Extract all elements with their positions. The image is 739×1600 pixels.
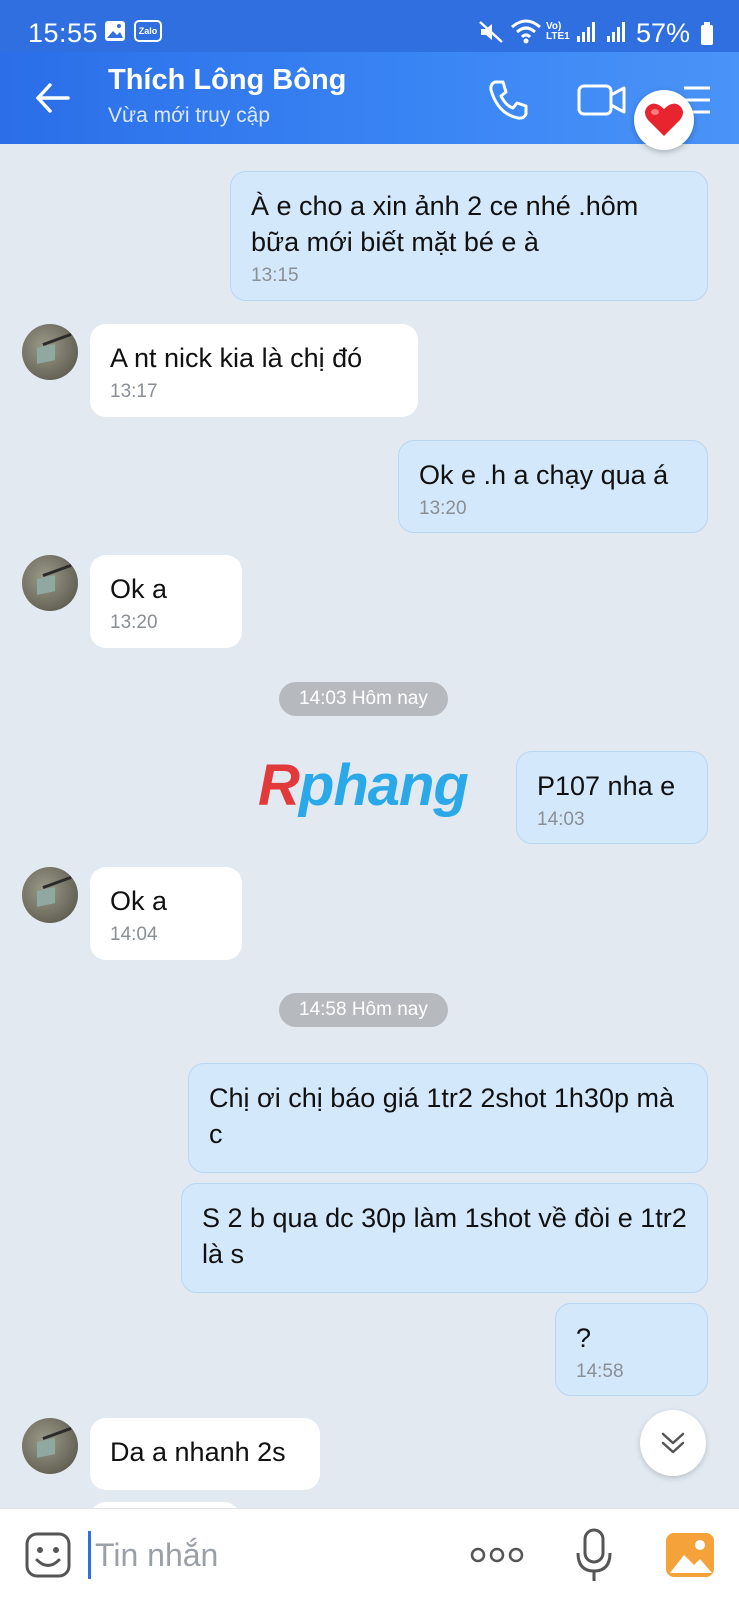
message-outgoing[interactable]: P107 nha e 14:03 bbox=[516, 751, 708, 844]
microphone-icon[interactable] bbox=[574, 1527, 614, 1583]
avatar[interactable] bbox=[22, 324, 78, 380]
battery-icon bbox=[701, 22, 713, 45]
contact-name[interactable]: Thích Lông Bông bbox=[108, 64, 346, 97]
status-time: 15:55 bbox=[28, 18, 99, 48]
message-outgoing[interactable]: À e cho a xin ảnh 2 ce nhé .hôm bữa mới … bbox=[230, 171, 708, 301]
volte-icon: Vo) LTE1 bbox=[546, 21, 570, 42]
contact-status: Vừa mới truy cập bbox=[108, 104, 271, 127]
chat-header: Thích Lông Bông Vừa mới truy cập bbox=[0, 52, 739, 144]
image-icon[interactable] bbox=[664, 1529, 716, 1581]
message-text: À e cho a xin ảnh 2 ce nhé .hôm bữa mới … bbox=[251, 191, 639, 257]
message-time: 13:17 bbox=[110, 381, 158, 402]
message-text: Chị ơi chị báo giá 1tr2 2shot 1h30p mà c bbox=[209, 1083, 674, 1149]
message-text: S 2 b qua dc 30p làm 1shot về đòi e 1tr2… bbox=[202, 1203, 687, 1269]
message-outgoing[interactable]: ? 14:58 bbox=[555, 1303, 708, 1396]
battery-level: 57% bbox=[636, 18, 691, 48]
back-icon[interactable] bbox=[30, 76, 74, 120]
message-text: Ok a bbox=[110, 886, 168, 916]
message-input[interactable] bbox=[88, 1531, 448, 1579]
heart-icon bbox=[645, 103, 683, 136]
message-time: 13:15 bbox=[251, 265, 299, 286]
mute-icon bbox=[479, 21, 503, 43]
message-text: Ok e .h a chạy qua á bbox=[419, 460, 669, 490]
scroll-to-bottom-button[interactable] bbox=[640, 1410, 706, 1476]
message-text: Da a nhanh 2s bbox=[110, 1437, 286, 1467]
message-time: 13:20 bbox=[110, 612, 158, 633]
signal-icon bbox=[607, 22, 625, 42]
message-text: P107 nha e bbox=[537, 771, 676, 801]
video-icon[interactable] bbox=[576, 78, 628, 122]
message-time: 14:04 bbox=[110, 924, 158, 945]
message-time: 14:58 bbox=[576, 1361, 624, 1382]
watermark-logo: Rphang bbox=[258, 753, 469, 818]
avatar[interactable] bbox=[22, 867, 78, 923]
chevron-down-double-icon bbox=[661, 1432, 685, 1454]
message-text: ? bbox=[576, 1323, 592, 1353]
zalo-icon: Zalo bbox=[134, 20, 162, 42]
date-divider: 14:58 Hôm nay bbox=[279, 993, 448, 1027]
message-outgoing[interactable]: S 2 b qua dc 30p làm 1shot về đòi e 1tr2… bbox=[181, 1183, 708, 1293]
message-time: 14:03 bbox=[537, 809, 585, 830]
wifi-icon bbox=[511, 19, 541, 44]
avatar[interactable] bbox=[22, 555, 78, 611]
status-bar: 15:55 Zalo Vo) LTE1 57% bbox=[0, 0, 739, 52]
message-text: Ok a bbox=[110, 574, 168, 604]
signal-icon bbox=[577, 22, 595, 42]
message-text: A nt nick kia là chị đó bbox=[110, 343, 363, 373]
heart-reaction-button[interactable] bbox=[634, 90, 694, 150]
message-outgoing[interactable]: Chị ơi chị báo giá 1tr2 2shot 1h30p mà c bbox=[188, 1063, 708, 1173]
message-incoming[interactable]: Da a nhanh 2s bbox=[90, 1418, 320, 1490]
message-composer bbox=[0, 1508, 739, 1600]
message-outgoing[interactable]: Ok e .h a chạy qua á 13:20 bbox=[398, 440, 708, 533]
sticker-icon[interactable] bbox=[24, 1531, 72, 1579]
message-time: 13:20 bbox=[419, 498, 467, 519]
message-incoming[interactable]: A nt nick kia là chị đó 13:17 bbox=[90, 324, 418, 417]
phone-icon[interactable] bbox=[486, 78, 530, 122]
message-incoming[interactable]: Ok a 13:20 bbox=[90, 555, 242, 648]
date-divider: 14:03 Hôm nay bbox=[279, 682, 448, 716]
more-icon[interactable] bbox=[470, 1545, 524, 1565]
avatar[interactable] bbox=[22, 1418, 78, 1474]
gallery-icon bbox=[105, 21, 125, 41]
message-incoming[interactable]: Ok a 14:04 bbox=[90, 867, 242, 960]
